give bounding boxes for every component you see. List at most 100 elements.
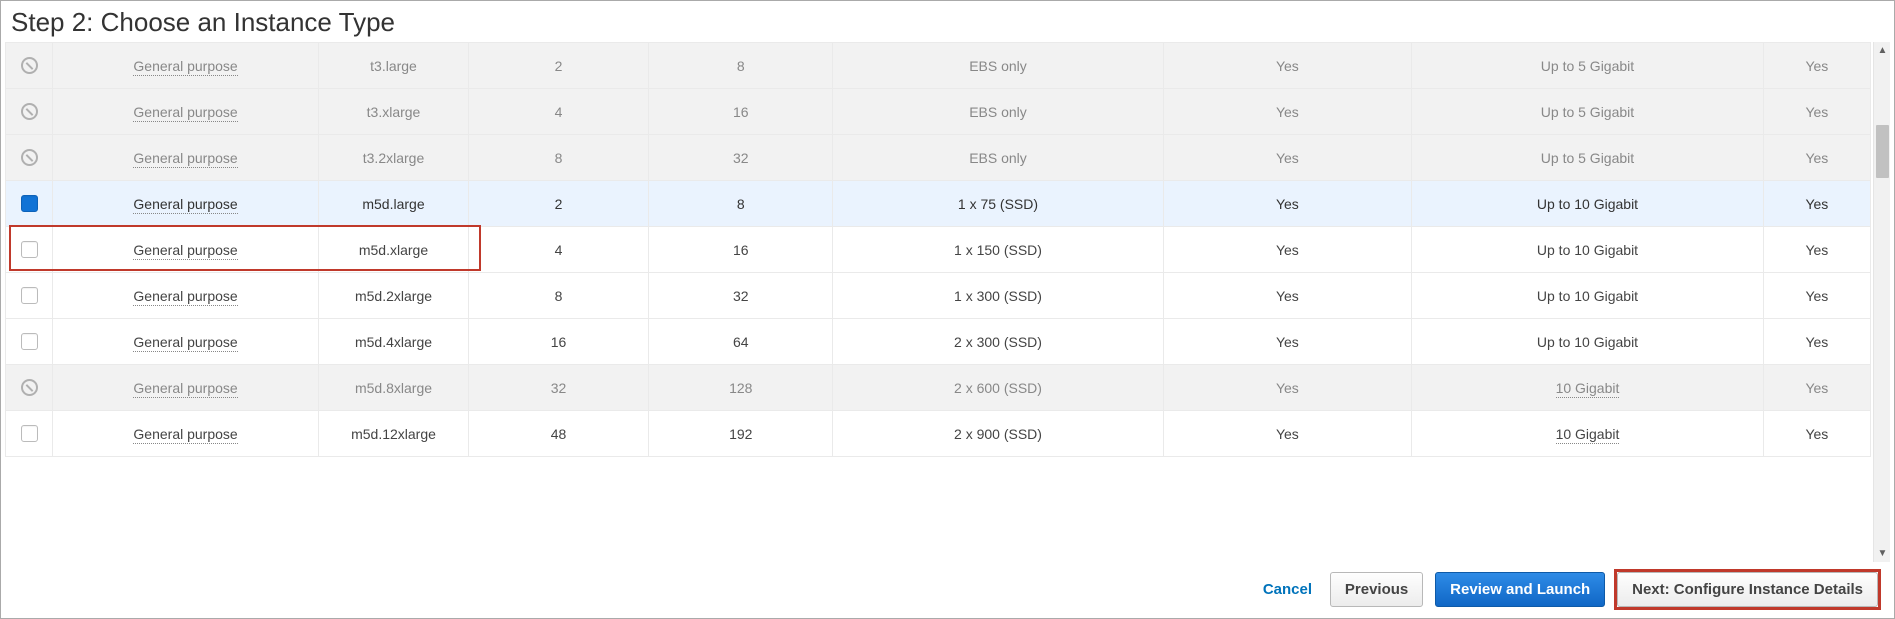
cell-vcpus: 8 [469, 273, 649, 319]
cell-vcpus: 48 [469, 411, 649, 457]
cell-network: Up to 10 Gigabit [1412, 319, 1764, 365]
cell-ebs-optimized: Yes [1163, 135, 1412, 181]
cell-network: Up to 10 Gigabit [1412, 273, 1764, 319]
cell-memory: 32 [649, 135, 833, 181]
table-row[interactable]: General purpose m5d.2xlarge8321 x 300 (SS… [6, 273, 1871, 319]
cell-ebs-optimized: Yes [1163, 411, 1412, 457]
previous-button[interactable]: Previous [1330, 572, 1423, 607]
cell-family: General purpose [53, 273, 319, 319]
row-select-cell [6, 365, 53, 411]
cell-storage: 2 x 300 (SSD) [833, 319, 1163, 365]
cell-ipv6: Yes [1763, 365, 1870, 411]
network-label: Up to 10 Gigabit [1537, 334, 1638, 350]
cell-type: t3.xlarge [318, 89, 468, 135]
row-select-cell[interactable] [6, 411, 53, 457]
cell-storage: EBS only [833, 89, 1163, 135]
table-row[interactable]: General purpose m5d.12xlarge481922 x 900 … [6, 411, 1871, 457]
family-label: General purpose [133, 242, 237, 260]
row-select-cell[interactable] [6, 181, 53, 227]
family-label: General purpose [133, 150, 237, 168]
family-label: General purpose [133, 334, 237, 352]
cell-storage: 2 x 600 (SSD) [833, 365, 1163, 411]
cell-ipv6: Yes [1763, 319, 1870, 365]
cell-ipv6: Yes [1763, 273, 1870, 319]
cell-ebs-optimized: Yes [1163, 43, 1412, 89]
wizard-footer: Cancel Previous Review and Launch Next: … [5, 562, 1890, 607]
cell-network: Up to 5 Gigabit [1412, 135, 1764, 181]
cell-memory: 16 [649, 89, 833, 135]
cell-vcpus: 8 [469, 135, 649, 181]
cell-memory: 32 [649, 273, 833, 319]
cell-memory: 192 [649, 411, 833, 457]
cell-type: m5d.2xlarge [318, 273, 468, 319]
family-label: General purpose [133, 288, 237, 306]
network-label: Up to 10 Gigabit [1537, 242, 1638, 258]
cell-ipv6: Yes [1763, 181, 1870, 227]
cell-type: m5d.4xlarge [318, 319, 468, 365]
cell-storage: EBS only [833, 43, 1163, 89]
cell-network: 10 Gigabit [1412, 411, 1764, 457]
forbidden-icon [21, 103, 38, 120]
table-row[interactable]: General purposem5d.xlarge4161 x 150 (SSD… [6, 227, 1871, 273]
cell-type: m5d.xlarge [318, 227, 468, 273]
cell-type: t3.2xlarge [318, 135, 468, 181]
cell-family: General purpose [53, 135, 319, 181]
cell-memory: 64 [649, 319, 833, 365]
scrollbar-thumb[interactable] [1876, 125, 1889, 178]
cell-storage: 2 x 900 (SSD) [833, 411, 1163, 457]
family-label: General purpose [133, 380, 237, 398]
row-select-cell[interactable] [6, 227, 53, 273]
network-label: 10 Gigabit [1556, 426, 1620, 444]
network-label: Up to 10 Gigabit [1537, 288, 1638, 304]
cell-vcpus: 16 [469, 319, 649, 365]
cell-type: m5d.8xlarge [318, 365, 468, 411]
scroll-down-arrow[interactable]: ▼ [1874, 545, 1890, 562]
cell-ebs-optimized: Yes [1163, 227, 1412, 273]
scroll-up-arrow[interactable]: ▲ [1874, 42, 1890, 59]
cell-memory: 128 [649, 365, 833, 411]
table-row: General purposet3.large28EBS onlyYesUp t… [6, 43, 1871, 89]
cell-ebs-optimized: Yes [1163, 181, 1412, 227]
family-label: General purpose [133, 104, 237, 122]
row-select-cell [6, 89, 53, 135]
family-label: General purpose [133, 196, 237, 214]
row-checkbox[interactable] [21, 241, 38, 258]
row-checkbox[interactable] [21, 425, 38, 442]
table-row[interactable]: General purpose m5d.4xlarge16642 x 300 (S… [6, 319, 1871, 365]
forbidden-icon [21, 149, 38, 166]
cell-memory: 16 [649, 227, 833, 273]
table-row[interactable]: General purposem5d.large281 x 75 (SSD)Ye… [6, 181, 1871, 227]
cell-ebs-optimized: Yes [1163, 319, 1412, 365]
cell-ipv6: Yes [1763, 227, 1870, 273]
cell-family: General purpose [53, 181, 319, 227]
network-label: Up to 10 Gigabit [1537, 196, 1638, 212]
cell-family: General purpose [53, 319, 319, 365]
row-checkbox[interactable] [21, 333, 38, 350]
network-label: Up to 5 Gigabit [1541, 58, 1634, 74]
table-row: General purpose m5d.8xlarge321282 x 600 (… [6, 365, 1871, 411]
cell-ebs-optimized: Yes [1163, 89, 1412, 135]
row-checkbox[interactable] [21, 287, 38, 304]
network-label: Up to 5 Gigabit [1541, 150, 1634, 166]
row-checkbox[interactable] [21, 195, 38, 212]
review-and-launch-button[interactable]: Review and Launch [1435, 572, 1605, 607]
cell-vcpus: 4 [469, 89, 649, 135]
cell-network: Up to 10 Gigabit [1412, 227, 1764, 273]
cell-memory: 8 [649, 43, 833, 89]
cell-storage: 1 x 300 (SSD) [833, 273, 1163, 319]
cell-ipv6: Yes [1763, 89, 1870, 135]
cell-type: m5d.12xlarge [318, 411, 468, 457]
cell-vcpus: 32 [469, 365, 649, 411]
row-select-cell[interactable] [6, 319, 53, 365]
cell-type: t3.large [318, 43, 468, 89]
vertical-scrollbar[interactable]: ▲ ▼ [1873, 42, 1890, 562]
row-select-cell[interactable] [6, 273, 53, 319]
cell-storage: EBS only [833, 135, 1163, 181]
cancel-link[interactable]: Cancel [1257, 573, 1318, 606]
cell-type: m5d.large [318, 181, 468, 227]
forbidden-icon [21, 57, 38, 74]
instance-table-scrollpane: General purposet3.large28EBS onlyYesUp t… [5, 42, 1890, 562]
family-label: General purpose [133, 426, 237, 444]
cell-network: Up to 5 Gigabit [1412, 89, 1764, 135]
next-configure-instance-details-button[interactable]: Next: Configure Instance Details [1617, 572, 1878, 607]
